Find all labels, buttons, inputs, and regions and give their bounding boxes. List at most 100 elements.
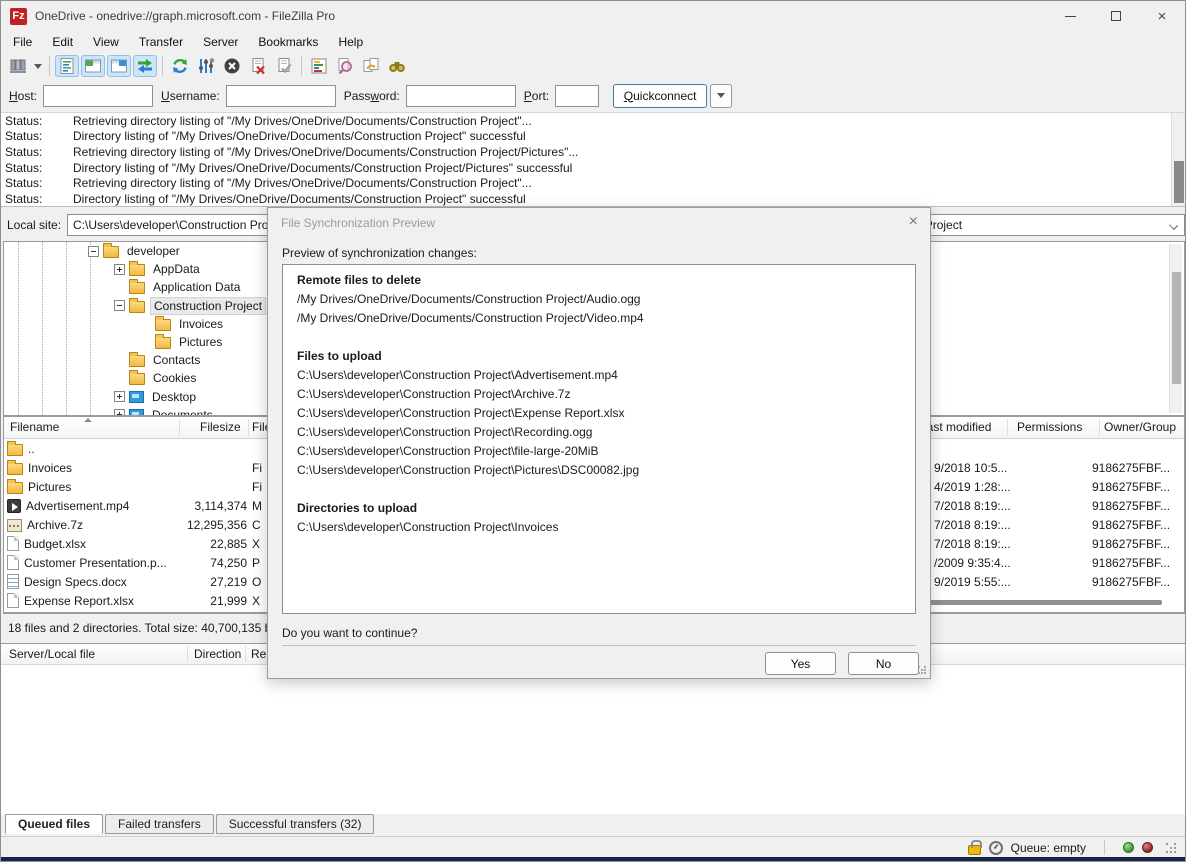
menu-bookmarks[interactable]: Bookmarks [248,33,328,51]
menu-help[interactable]: Help [328,33,373,51]
column-permissions[interactable]: Permissions [1017,420,1082,434]
close-button[interactable]: × [1139,1,1185,31]
last-modified: 9/2019 5:55:... [934,575,1011,589]
speed-limit-icon[interactable] [989,841,1003,855]
no-button[interactable]: No [848,652,919,675]
quickconnect-button[interactable]: Quickconnect [613,84,707,108]
tab-queued-files[interactable]: Queued files [5,814,103,834]
title-bar: Fz OneDrive - onedrive://graph.microsoft… [1,1,1185,31]
status-bar-right: Queue: empty [968,837,1177,858]
folder-icon [155,337,171,349]
reconnect-icon [275,57,293,75]
sync-changes-list[interactable]: Remote files to delete /My Drives/OneDri… [282,264,916,614]
column-divider[interactable] [1007,419,1008,436]
owner-group: 9186275FBF... [1092,480,1170,494]
file-name: .. [28,442,35,456]
menu-view[interactable]: View [83,33,129,51]
site-manager-icon [9,57,27,75]
local-summary-text: 18 files and 2 directories. Total size: … [8,621,293,635]
host-input[interactable] [43,85,153,107]
column-divider[interactable] [1099,419,1100,436]
file-size: 21,999 [157,594,247,608]
upload-file-item: C:\Users\developer\Construction Project\… [297,404,915,423]
expand-icon[interactable] [114,264,125,275]
file-name: Invoices [28,461,72,475]
username-input[interactable] [226,85,336,107]
dialog-resize-grip[interactable] [918,666,928,676]
log-label: Status: [1,129,73,143]
site-manager-button[interactable] [6,55,30,77]
dialog-divider [282,645,916,646]
section-heading-remote-delete: Remote files to delete [297,271,915,290]
directory-comparison-icon [310,57,328,75]
log-scrollbar-thumb[interactable] [1174,161,1184,203]
log-scrollbar[interactable] [1171,113,1185,207]
maximize-button[interactable] [1093,1,1139,31]
column-filesize[interactable]: Filesize [200,420,241,434]
username-label: Username: [161,89,220,103]
column-owner-group[interactable]: Owner/Group [1104,420,1176,434]
toggle-message-log-button[interactable] [55,55,79,77]
remote-tree-scrollbar[interactable] [1169,244,1182,413]
window-resize-grip[interactable] [1165,842,1177,854]
find-files-icon [336,57,354,75]
toggle-transfer-queue-button[interactable] [133,55,157,77]
refresh-button[interactable] [168,55,192,77]
password-input[interactable] [406,85,516,107]
minimize-button[interactable] [1047,1,1093,31]
file-sync-preview-dialog: File Synchronization Preview × Preview o… [267,207,931,679]
menu-transfer[interactable]: Transfer [129,33,193,51]
queue-tabs: Queued files Failed transfers Successful… [1,814,1185,836]
log-message: Retrieving directory listing of "/My Dri… [73,114,532,128]
file-name: Advertisement.mp4 [26,499,129,513]
synchronized-browsing-button[interactable] [359,55,383,77]
search-button[interactable] [385,55,409,77]
quickconnect-dropdown[interactable] [710,84,732,108]
menu-server[interactable]: Server [193,33,248,51]
collapse-icon[interactable] [114,300,125,311]
tree-label-selected: Construction Project [150,297,266,315]
cancel-button[interactable] [220,55,244,77]
menu-file[interactable]: File [3,33,42,51]
column-filename[interactable]: Filename [10,420,59,434]
maximize-icon [1111,11,1121,21]
column-divider[interactable] [187,646,188,662]
site-manager-dropdown[interactable] [31,55,45,77]
find-files-button[interactable] [333,55,357,77]
green-indicator-icon [1123,842,1134,853]
log-label: Status: [1,145,73,159]
yes-button[interactable]: Yes [765,652,836,675]
toggle-local-tree-button[interactable] [81,55,105,77]
file-name: Expense Report.xlsx [24,594,134,608]
directory-comparison-button[interactable] [307,55,331,77]
tab-successful-transfers[interactable]: Successful transfers (32) [216,814,375,834]
remote-delete-item: /My Drives/OneDrive/Documents/Constructi… [297,290,915,309]
column-divider[interactable] [245,646,246,662]
menu-edit[interactable]: Edit [42,33,83,51]
port-input[interactable] [555,85,599,107]
expand-icon[interactable] [114,391,125,402]
reconnect-button[interactable] [272,55,296,77]
column-direction[interactable]: Direction [194,647,241,661]
tab-failed-transfers[interactable]: Failed transfers [105,814,214,834]
expand-icon[interactable] [114,409,125,416]
owner-group: 9186275FBF... [1092,499,1170,513]
last-modified: 7/2018 8:19:... [934,518,1011,532]
remote-tree-scrollbar-thumb[interactable] [1172,272,1181,384]
column-divider[interactable] [248,419,249,436]
file-type: X [252,594,260,608]
column-server-local-file[interactable]: Server/Local file [9,647,95,661]
filter-button[interactable] [194,55,218,77]
close-icon: × [1158,9,1167,24]
column-divider[interactable] [179,419,180,436]
collapse-icon[interactable] [88,246,99,257]
upload-file-item: C:\Users\developer\Construction Project\… [297,461,915,480]
folder-icon [129,355,145,367]
folder-icon [7,463,23,475]
dialog-close-icon[interactable]: × [909,213,918,231]
disconnect-button[interactable] [246,55,270,77]
toggle-remote-tree-button[interactable] [107,55,131,77]
lock-icon[interactable] [968,845,981,855]
dialog-title-bar[interactable]: File Synchronization Preview × [268,208,930,238]
log-label: Status: [1,176,73,190]
